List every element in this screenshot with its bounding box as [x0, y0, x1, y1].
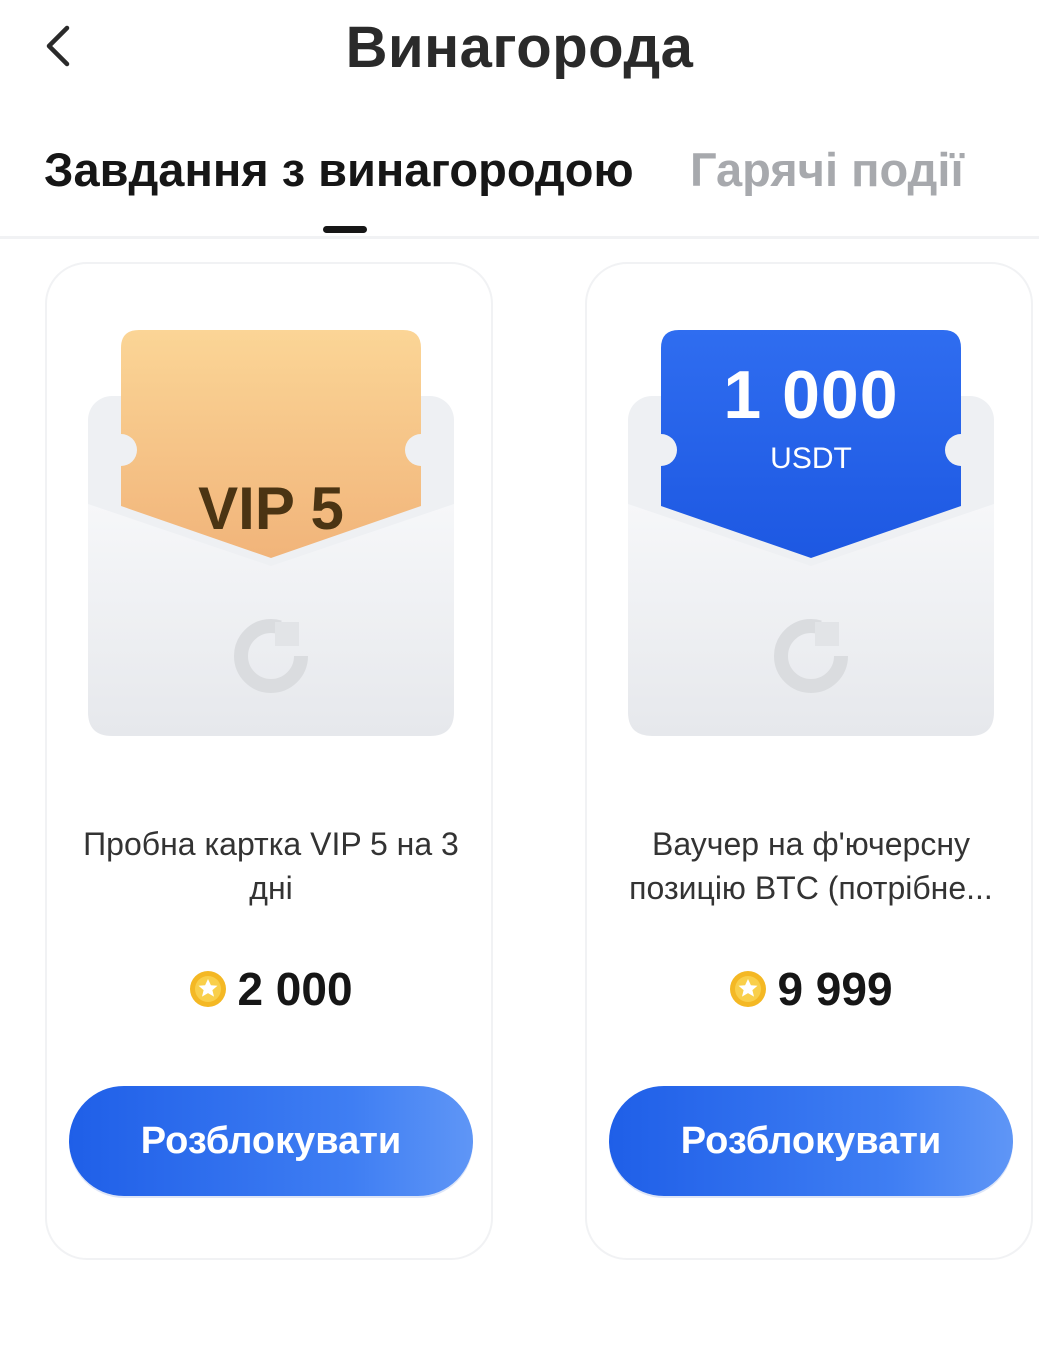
envelope-illustration: 1 000 USDT	[625, 326, 997, 738]
coin-star-icon	[730, 971, 767, 1007]
tab-reward-tasks[interactable]: Завдання з винагородою	[44, 142, 634, 197]
page-title: Винагорода	[345, 15, 694, 80]
vip-ticket-label: VIP 5	[198, 475, 344, 542]
card-description: Ваучер на ф'ючерсну позицію BTC (потрібн…	[629, 826, 993, 906]
ticket-amount: 1 000	[723, 357, 899, 433]
tab-bar: Завдання з винагородою Гарячі події	[0, 130, 1039, 239]
unlock-button[interactable]: Розблокувати	[69, 1086, 473, 1196]
active-tab-indicator	[323, 226, 367, 233]
price: 9 999	[587, 962, 1035, 1016]
envelope-illustration: VIP 5	[85, 326, 457, 738]
reward-card-usdt: 1 000 USDT Ваучер на ф'ючерсну позицію B…	[585, 262, 1033, 1260]
tab-hot-events[interactable]: Гарячі події	[690, 142, 964, 197]
price-value: 9 999	[777, 963, 893, 1015]
coin-star-icon	[190, 971, 227, 1007]
card-description: Пробна картка VIP 5 на 3 дні	[83, 826, 459, 906]
price-value: 2 000	[237, 963, 353, 1015]
unlock-button[interactable]: Розблокувати	[609, 1086, 1013, 1196]
header: Винагорода	[0, 0, 1039, 110]
reward-card-vip: VIP 5 Пробна картка VIP 5 на 3 дні 2 000…	[45, 262, 493, 1260]
ticket-unit: USDT	[770, 442, 852, 475]
price: 2 000	[47, 962, 495, 1016]
